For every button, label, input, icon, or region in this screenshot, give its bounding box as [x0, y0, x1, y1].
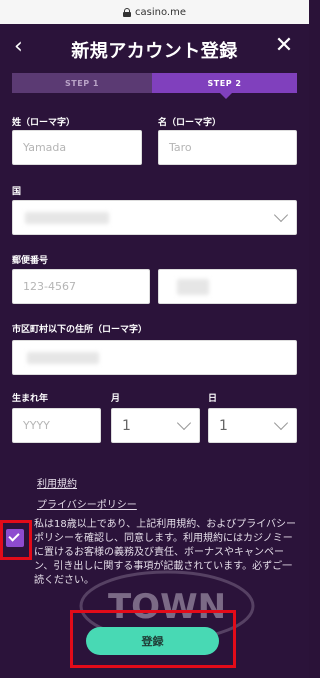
postal-code-input-1[interactable]: 123-4567: [12, 269, 150, 304]
registration-screen: ‹ 新規アカウント登録 ✕ STEP 1 STEP 2 姓（ローマ字） Yama…: [0, 24, 309, 678]
blurred-address-value: [27, 352, 99, 364]
agree-checkbox[interactable]: [6, 529, 24, 547]
postal-code-input-2[interactable]: [158, 269, 297, 304]
address-label: 市区町村以下の住所（ローマ字）: [12, 325, 148, 335]
day-value: 1: [219, 417, 228, 434]
first-name-input[interactable]: Taro: [158, 130, 297, 165]
step-indicator: STEP 1 STEP 2: [12, 73, 297, 99]
chevron-down-icon: [273, 207, 289, 223]
day-label: 日: [208, 394, 218, 404]
chevron-down-icon: [273, 415, 289, 431]
blurred-postal-value: [177, 279, 209, 295]
chevron-down-icon: [176, 415, 192, 431]
first-name-label: 名（ローマ字）: [158, 118, 222, 128]
birth-year-input[interactable]: YYYY: [12, 408, 101, 443]
lock-icon: [123, 7, 132, 17]
birth-year-label: 生まれ年: [12, 394, 49, 404]
browser-url-bar[interactable]: casino.me: [0, 0, 309, 24]
page-title: 新規アカウント登録: [71, 41, 238, 62]
month-value: 1: [122, 417, 131, 434]
step-1: STEP 1: [12, 73, 152, 93]
month-select[interactable]: 1: [111, 408, 200, 443]
last-name-label: 姓（ローマ字）: [12, 118, 76, 128]
blurred-country-value: [25, 212, 109, 224]
terms-link[interactable]: 利用規約: [37, 475, 77, 490]
month-label: 月: [111, 394, 121, 404]
address-input[interactable]: [12, 340, 297, 375]
submit-button[interactable]: 登録: [86, 627, 219, 655]
url-text: casino.me: [135, 6, 186, 18]
check-icon: [8, 530, 20, 542]
privacy-policy-link[interactable]: プライバシーポリシー: [37, 496, 137, 511]
postal-code-label: 郵便番号: [12, 256, 49, 266]
step-2-active: STEP 2: [152, 73, 297, 99]
close-icon[interactable]: ✕: [273, 35, 295, 59]
header: ‹ 新規アカウント登録 ✕: [0, 24, 309, 72]
day-select[interactable]: 1: [208, 408, 297, 443]
last-name-input[interactable]: Yamada: [12, 130, 142, 165]
country-select[interactable]: [12, 200, 297, 235]
country-label: 国: [12, 187, 22, 197]
